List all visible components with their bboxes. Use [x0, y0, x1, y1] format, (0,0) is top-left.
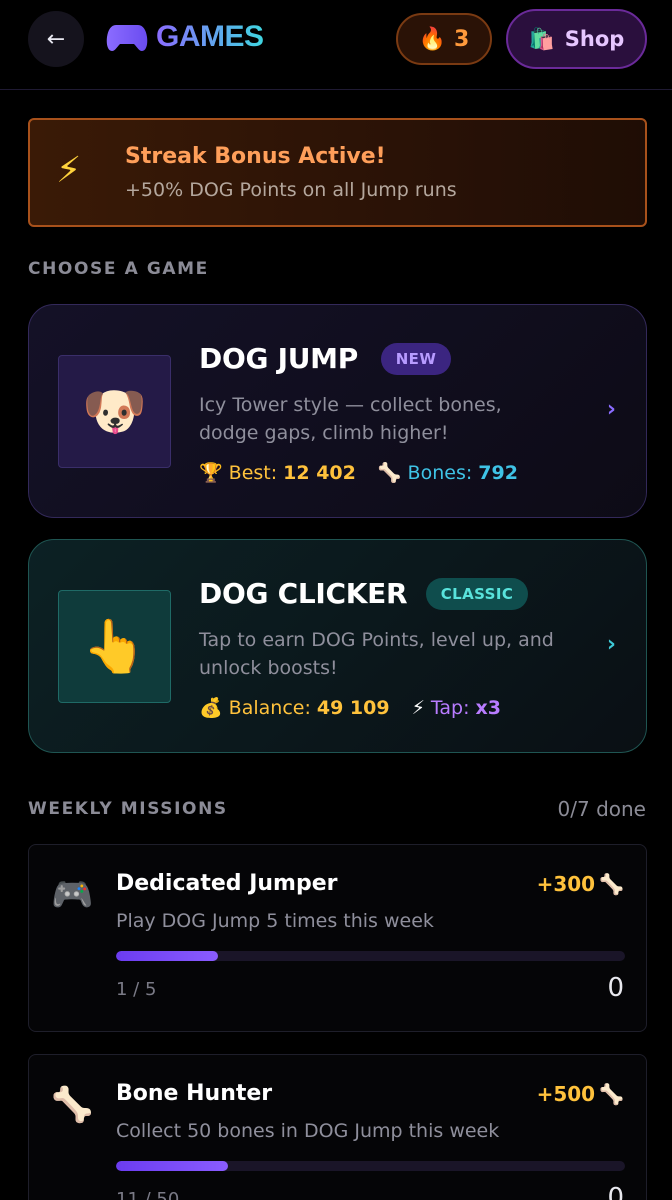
- games-page: ← GAMES 🔥 3 🛍️ Shop ⚡ Streak Bonus Activ…: [0, 0, 672, 1200]
- choose-game-heading: CHOOSE A GAME: [28, 259, 209, 279]
- stat-label: Best:: [228, 461, 278, 484]
- bone-icon: 🦴: [51, 1085, 94, 1125]
- mission-reward: +500 🦴: [537, 1082, 624, 1106]
- game-title: DOG JUMP: [199, 342, 358, 375]
- game-card-dog-jump[interactable]: 🐶 DOG JUMP NEW Icy Tower style — collect…: [28, 304, 647, 518]
- gamepad-logo-icon: [106, 25, 148, 51]
- progress-fill: [116, 951, 218, 961]
- money-bag-icon: 💰: [199, 697, 223, 719]
- banner-title: Streak Bonus Active!: [125, 144, 386, 169]
- mission-card[interactable]: 🎮 Dedicated Jumper +300 🦴 Play DOG Jump …: [28, 844, 647, 1032]
- trophy-icon: 🏆: [199, 462, 223, 484]
- arrow-left-icon: ←: [46, 26, 66, 52]
- reward-value: +300: [536, 872, 596, 896]
- lightning-icon: ⚡: [411, 696, 425, 719]
- mission-title: Bone Hunter: [116, 1081, 273, 1106]
- game-description: Tap to earn DOG Points, level up, and un…: [199, 629, 554, 679]
- mission-title: Dedicated Jumper: [116, 871, 338, 896]
- shop-button[interactable]: 🛍️ Shop: [506, 9, 647, 69]
- app-title: GAMES: [156, 20, 264, 53]
- stat-label: Tap:: [430, 696, 470, 719]
- stat-value: 12 402: [283, 461, 356, 484]
- lightning-icon: ⚡: [56, 150, 82, 191]
- reward-value: +500: [536, 1082, 596, 1106]
- claim-value: 0: [607, 1183, 624, 1200]
- shop-label: Shop: [564, 27, 625, 51]
- new-badge: NEW: [381, 343, 451, 375]
- mission-description: Collect 50 bones in DOG Jump this week: [116, 1120, 500, 1142]
- streak-count: 3: [454, 26, 470, 52]
- stat-value: 792: [478, 461, 518, 484]
- stat-label: Bones:: [407, 461, 473, 484]
- game-description: Icy Tower style — collect bones, dodge g…: [199, 394, 502, 444]
- game-title: DOG CLICKER: [199, 577, 408, 610]
- stat-best: 🏆 Best: 12 402: [199, 461, 356, 485]
- bone-icon: 🦴: [377, 462, 402, 484]
- progress-fill: [116, 1161, 228, 1171]
- back-button[interactable]: ←: [28, 11, 84, 67]
- progress-label: 1 / 5: [116, 979, 157, 1000]
- stat-tap: ⚡ Tap: x3: [412, 697, 501, 719]
- game-card-dog-clicker[interactable]: 👆 DOG CLICKER CLASSIC Tap to earn DOG Po…: [28, 539, 647, 753]
- stat-label: Balance:: [228, 696, 311, 719]
- game-stats: 💰 Balance: 49 109 ⚡ Tap: x3: [199, 696, 501, 720]
- mission-reward: +300 🦴: [537, 872, 624, 896]
- dog-icon: 🐶: [58, 355, 171, 468]
- bone-icon: 🦴: [599, 1082, 624, 1106]
- progress-bar: [116, 1161, 625, 1171]
- mission-card[interactable]: 🦴 Bone Hunter +500 🦴 Collect 50 bones in…: [28, 1054, 647, 1200]
- shopping-bag-icon: 🛍️: [528, 26, 555, 51]
- stat-value: 49 109: [316, 696, 390, 719]
- missions-count: 0/7 done: [557, 797, 646, 821]
- pointing-hand-icon: 👆: [58, 590, 171, 703]
- header: ← GAMES 🔥 3 🛍️ Shop: [0, 0, 672, 90]
- stat-value: x3: [475, 696, 501, 719]
- stat-balance: 💰 Balance: 49 109: [199, 696, 390, 720]
- progress-bar: [116, 951, 625, 961]
- mission-description: Play DOG Jump 5 times this week: [116, 910, 434, 932]
- claim-value: 0: [607, 973, 624, 1003]
- weekly-missions-heading: WEEKLY MISSIONS: [28, 799, 228, 819]
- gamepad-icon: 🎮: [51, 875, 94, 915]
- bone-icon: 🦴: [599, 872, 624, 896]
- chevron-right-icon: ›: [606, 397, 616, 422]
- stat-bones: 🦴 Bones: 792: [377, 461, 518, 485]
- fire-icon: 🔥: [418, 26, 447, 52]
- streak-button[interactable]: 🔥 3: [396, 13, 492, 65]
- progress-label: 11 / 50: [116, 1189, 180, 1200]
- chevron-right-icon: ›: [606, 632, 616, 657]
- game-stats: 🏆 Best: 12 402 🦴 Bones: 792: [199, 461, 518, 485]
- classic-badge: CLASSIC: [426, 578, 528, 610]
- banner-subtitle: +50% DOG Points on all Jump runs: [125, 179, 457, 201]
- streak-bonus-banner: ⚡ Streak Bonus Active! +50% DOG Points o…: [28, 118, 647, 227]
